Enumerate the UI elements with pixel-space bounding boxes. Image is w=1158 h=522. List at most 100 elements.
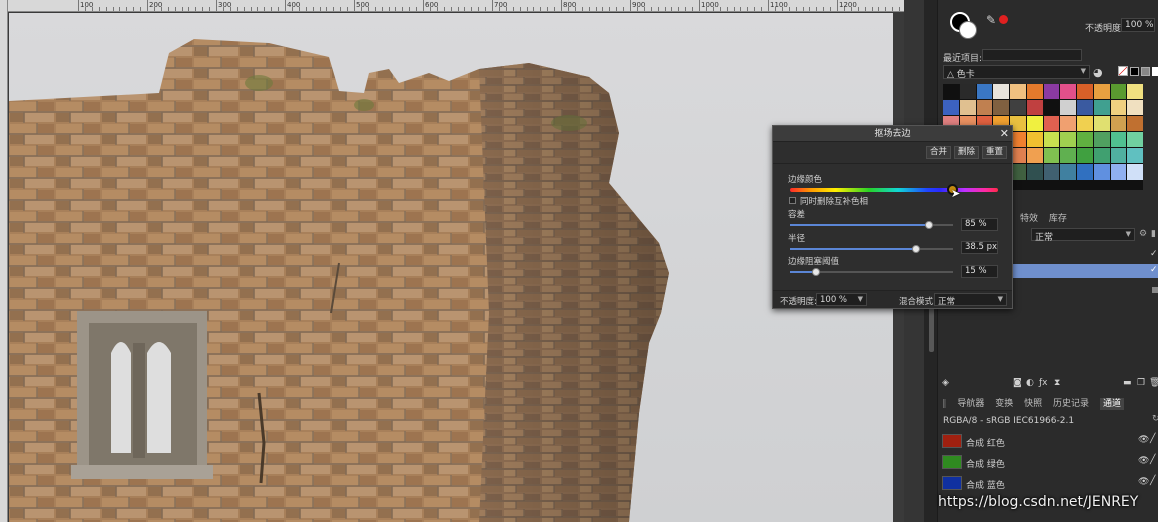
palette-swatch[interactable] [1043,100,1060,116]
palette-swatch[interactable] [976,100,993,116]
palette-menu-icon[interactable]: ◕ [1093,66,1103,79]
remove-complement-checkbox[interactable] [789,197,796,204]
edge-threshold-slider-knob[interactable] [812,268,821,276]
palette-swatch[interactable] [1026,84,1043,100]
layers-stack-icon[interactable]: ◈ [942,378,949,388]
tab-transform[interactable]: 变换 [995,399,1013,409]
layer-visible-checkbox[interactable] [1152,287,1158,293]
tab-navigator[interactable]: 导航器 [957,399,984,409]
palette-swatch[interactable] [1043,132,1060,148]
color-selector[interactable] [950,12,980,42]
palette-swatch[interactable] [1093,148,1110,164]
palette-swatch[interactable] [993,84,1009,100]
blend-mode-select[interactable]: 正常 ▼ [934,293,1007,307]
channel-row-blue[interactable]: 合成 蓝色 👁 ╱ [942,476,1158,492]
edge-threshold-field[interactable]: 15 % [961,265,998,278]
palette-swatch[interactable] [959,84,976,100]
delete-button[interactable]: 删除 [954,146,980,159]
palette-swatch[interactable] [1026,164,1043,180]
palette-swatch[interactable] [1127,164,1143,180]
palette-swatch[interactable] [1093,84,1110,100]
dialog-title-bar[interactable]: 抠场去边 ✕ [773,126,1012,142]
palette-swatch[interactable] [1026,116,1043,132]
layer-row[interactable] [1012,284,1158,298]
palette-swatch[interactable] [1093,164,1110,180]
gear-icon[interactable]: ⚙ [1139,229,1147,239]
palette-select[interactable]: △ 色卡 ▼ [943,65,1090,80]
edit-icon[interactable]: ╱ [1150,455,1155,465]
palette-swatch[interactable] [1043,84,1060,100]
eye-icon[interactable]: 👁 [1138,477,1149,487]
palette-swatch[interactable] [1110,148,1127,164]
palette-swatch[interactable] [1026,100,1043,116]
palette-swatch[interactable] [1093,132,1110,148]
layer-blend-select[interactable]: 正常 ▼ [1031,228,1135,243]
palette-swatch[interactable] [1060,84,1076,100]
new-layer-icon[interactable]: ❐ [1137,378,1145,388]
layer-row-selected[interactable]: ✓ [1012,264,1158,278]
palette-swatch[interactable] [1077,164,1093,180]
close-icon[interactable]: ✕ [1000,126,1009,142]
fx-icon[interactable]: ƒx [1039,378,1048,388]
palette-swatch[interactable] [1077,84,1093,100]
tab-stock[interactable]: 库存 [1049,214,1067,224]
palette-swatch[interactable] [943,100,959,116]
radius-slider-knob[interactable] [911,245,920,253]
tolerance-field[interactable]: 85 % [961,218,998,231]
palette-swatch[interactable] [943,84,959,100]
layer-row[interactable]: ✓ [1012,248,1158,262]
tolerance-slider[interactable] [790,221,953,229]
palette-swatch[interactable] [993,100,1009,116]
picked-color-dot[interactable] [999,15,1008,24]
palette-swatch[interactable] [1060,164,1076,180]
layer-visible-checkbox[interactable]: ✓ [1150,265,1158,275]
palette-swatch[interactable] [1110,84,1127,100]
black-swatch-icon[interactable] [1130,67,1139,76]
palette-swatch[interactable] [1043,116,1060,132]
palette-swatch[interactable] [1043,164,1060,180]
palette-swatch[interactable] [1077,116,1093,132]
palette-swatch[interactable] [1127,116,1143,132]
lock-icon[interactable]: ▮ [1151,229,1156,239]
palette-swatch[interactable] [1127,148,1143,164]
palette-swatch[interactable] [1010,100,1026,116]
edit-icon[interactable]: ╱ [1150,476,1155,486]
eyedropper-icon[interactable]: ✎ [986,13,996,27]
tab-history[interactable]: 历史记录 [1053,399,1089,409]
tab-effects[interactable]: 特效 [1020,214,1038,224]
palette-swatch[interactable] [1110,132,1127,148]
refresh-icon[interactable]: ↻ [1152,414,1158,424]
channel-row-green[interactable]: 合成 绿色 👁 ╱ [942,455,1158,471]
palette-swatch[interactable] [1010,84,1026,100]
palette-swatch[interactable] [1093,100,1110,116]
palette-swatch[interactable] [1127,100,1143,116]
opacity-field[interactable]: 100 % [1121,18,1155,32]
palette-swatch[interactable] [1110,164,1127,180]
palette-swatch[interactable] [1110,116,1127,132]
adjustment-icon[interactable]: ◐ [1026,378,1034,388]
eye-icon[interactable]: 👁 [1138,456,1149,466]
palette-swatch[interactable] [1026,132,1043,148]
palette-swatch[interactable] [1060,132,1076,148]
radius-field[interactable]: 38.5 px [961,241,998,254]
layer-visible-checkbox[interactable]: ✓ [1150,249,1158,259]
eye-icon[interactable]: 👁 [1138,435,1149,445]
palette-swatch[interactable] [1060,148,1076,164]
tolerance-slider-knob[interactable] [924,221,933,229]
palette-swatch[interactable] [1077,132,1093,148]
palette-swatch[interactable] [1060,100,1076,116]
live-filter-icon[interactable]: ⧗ [1054,378,1060,388]
edge-threshold-slider[interactable] [790,268,953,276]
palette-swatch[interactable] [959,100,976,116]
recent-colors-field[interactable] [982,49,1082,61]
palette-swatch[interactable] [1026,148,1043,164]
channel-row-red[interactable]: 合成 红色 👁 ╱ [942,434,1158,450]
palette-swatch[interactable] [1110,100,1127,116]
palette-swatch[interactable] [1077,100,1093,116]
dialog-opacity-field[interactable]: 100 % ▼ [816,293,867,306]
palette-swatch[interactable] [1127,84,1143,100]
palette-swatch[interactable] [1077,148,1093,164]
edit-icon[interactable]: ╱ [1150,434,1155,444]
palette-swatch[interactable] [1093,116,1110,132]
trash-icon[interactable]: 🗑 [1149,378,1158,388]
